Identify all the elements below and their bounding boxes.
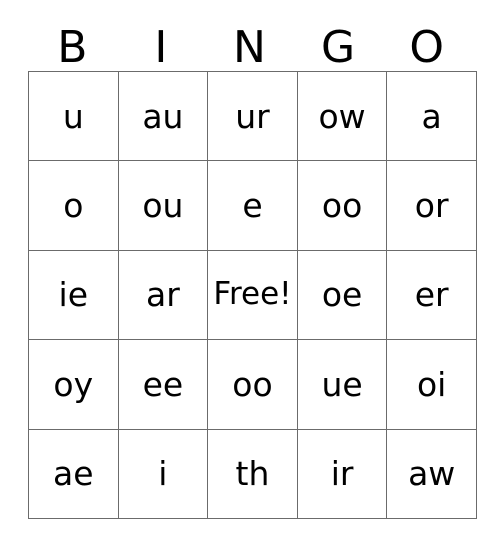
bingo-header-letter-i: I <box>154 22 168 73</box>
bingo-cell-o1[interactable]: a <box>386 70 477 162</box>
bingo-cell-o2[interactable]: or <box>386 160 477 251</box>
bingo-cell-i2[interactable]: ou <box>117 160 209 251</box>
bingo-header-letter-o: O <box>409 22 444 73</box>
bingo-cell-g2[interactable]: oo <box>296 160 388 251</box>
bingo-cell-i3[interactable]: ar <box>117 249 209 341</box>
bingo-cell-o5[interactable]: aw <box>386 428 477 519</box>
bingo-cell-i5[interactable]: i <box>117 428 209 519</box>
bingo-cell-o4[interactable]: oi <box>386 339 477 430</box>
bingo-card: B I N G O u au ur ow a o ou e oo or ie a… <box>0 0 500 544</box>
bingo-header-row: B I N G O <box>28 20 471 71</box>
bingo-header-letter-g: G <box>321 22 356 73</box>
bingo-grid: u au ur ow a o ou e oo or ie ar Free! oe… <box>28 70 477 519</box>
bingo-cell-b4[interactable]: oy <box>28 339 119 430</box>
bingo-row: u au ur ow a <box>28 70 477 162</box>
bingo-cell-g5[interactable]: ir <box>296 428 388 519</box>
bingo-header-letter-n: N <box>233 22 266 73</box>
bingo-cell-b1[interactable]: u <box>28 70 119 162</box>
bingo-cell-i1[interactable]: au <box>117 70 209 162</box>
bingo-cell-i4[interactable]: ee <box>117 339 209 430</box>
bingo-cell-g1[interactable]: ow <box>296 70 388 162</box>
bingo-cell-b5[interactable]: ae <box>28 428 119 519</box>
bingo-cell-n2[interactable]: e <box>207 160 298 251</box>
bingo-cell-n5[interactable]: th <box>207 428 298 519</box>
bingo-row: ie ar Free! oe er <box>28 249 477 341</box>
bingo-free-space[interactable]: Free! <box>207 249 298 341</box>
bingo-cell-n4[interactable]: oo <box>207 339 298 430</box>
bingo-cell-b3[interactable]: ie <box>28 249 119 341</box>
bingo-row: o ou e oo or <box>28 160 477 251</box>
bingo-cell-n1[interactable]: ur <box>207 70 298 162</box>
bingo-cell-o3[interactable]: er <box>386 249 477 341</box>
bingo-cell-g4[interactable]: ue <box>296 339 388 430</box>
bingo-header-letter-b: B <box>57 22 88 73</box>
bingo-cell-g3[interactable]: oe <box>296 249 388 341</box>
bingo-row: oy ee oo ue oi <box>28 339 477 430</box>
bingo-row: ae i th ir aw <box>28 428 477 519</box>
bingo-cell-b2[interactable]: o <box>28 160 119 251</box>
